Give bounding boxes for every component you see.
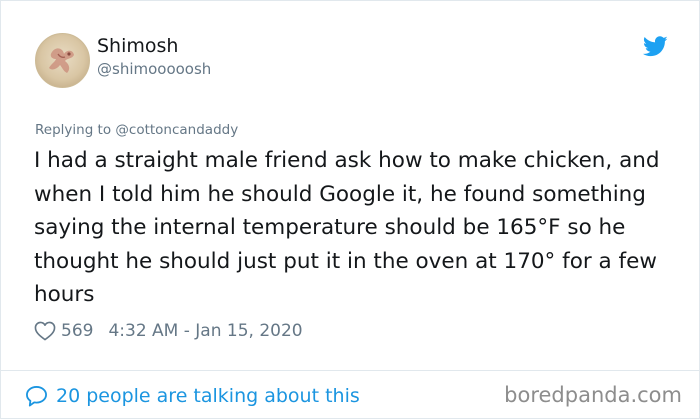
like-count[interactable]: 569 <box>61 321 93 341</box>
author-avatar[interactable] <box>35 33 90 88</box>
author-name[interactable]: Shimosh <box>97 35 178 57</box>
conversation-link[interactable]: 20 people are talking about this <box>25 383 360 409</box>
avatar-illustration-icon <box>49 48 74 73</box>
watermark: boredpanda.com <box>504 383 682 407</box>
speech-bubble-icon <box>26 386 47 407</box>
tweet-meta: 569 4:32 AM - Jan 15, 2020 <box>34 319 303 343</box>
tweet-timestamp[interactable]: 4:32 AM - Jan 15, 2020 <box>108 321 302 341</box>
twitter-bird-icon[interactable] <box>643 36 668 57</box>
replying-to[interactable]: Replying to @cottoncandaddy <box>35 122 238 138</box>
tweet-card: Shimosh @shimooooosh Replying to @cotton… <box>0 0 700 419</box>
heart-outline-icon[interactable] <box>34 321 56 341</box>
tweet-text: I had a straight male friend ask how to … <box>34 148 660 307</box>
conversation-label[interactable]: 20 people are talking about this <box>56 385 360 407</box>
author-handle[interactable]: @shimooooosh <box>97 60 211 78</box>
divider <box>1 370 699 371</box>
